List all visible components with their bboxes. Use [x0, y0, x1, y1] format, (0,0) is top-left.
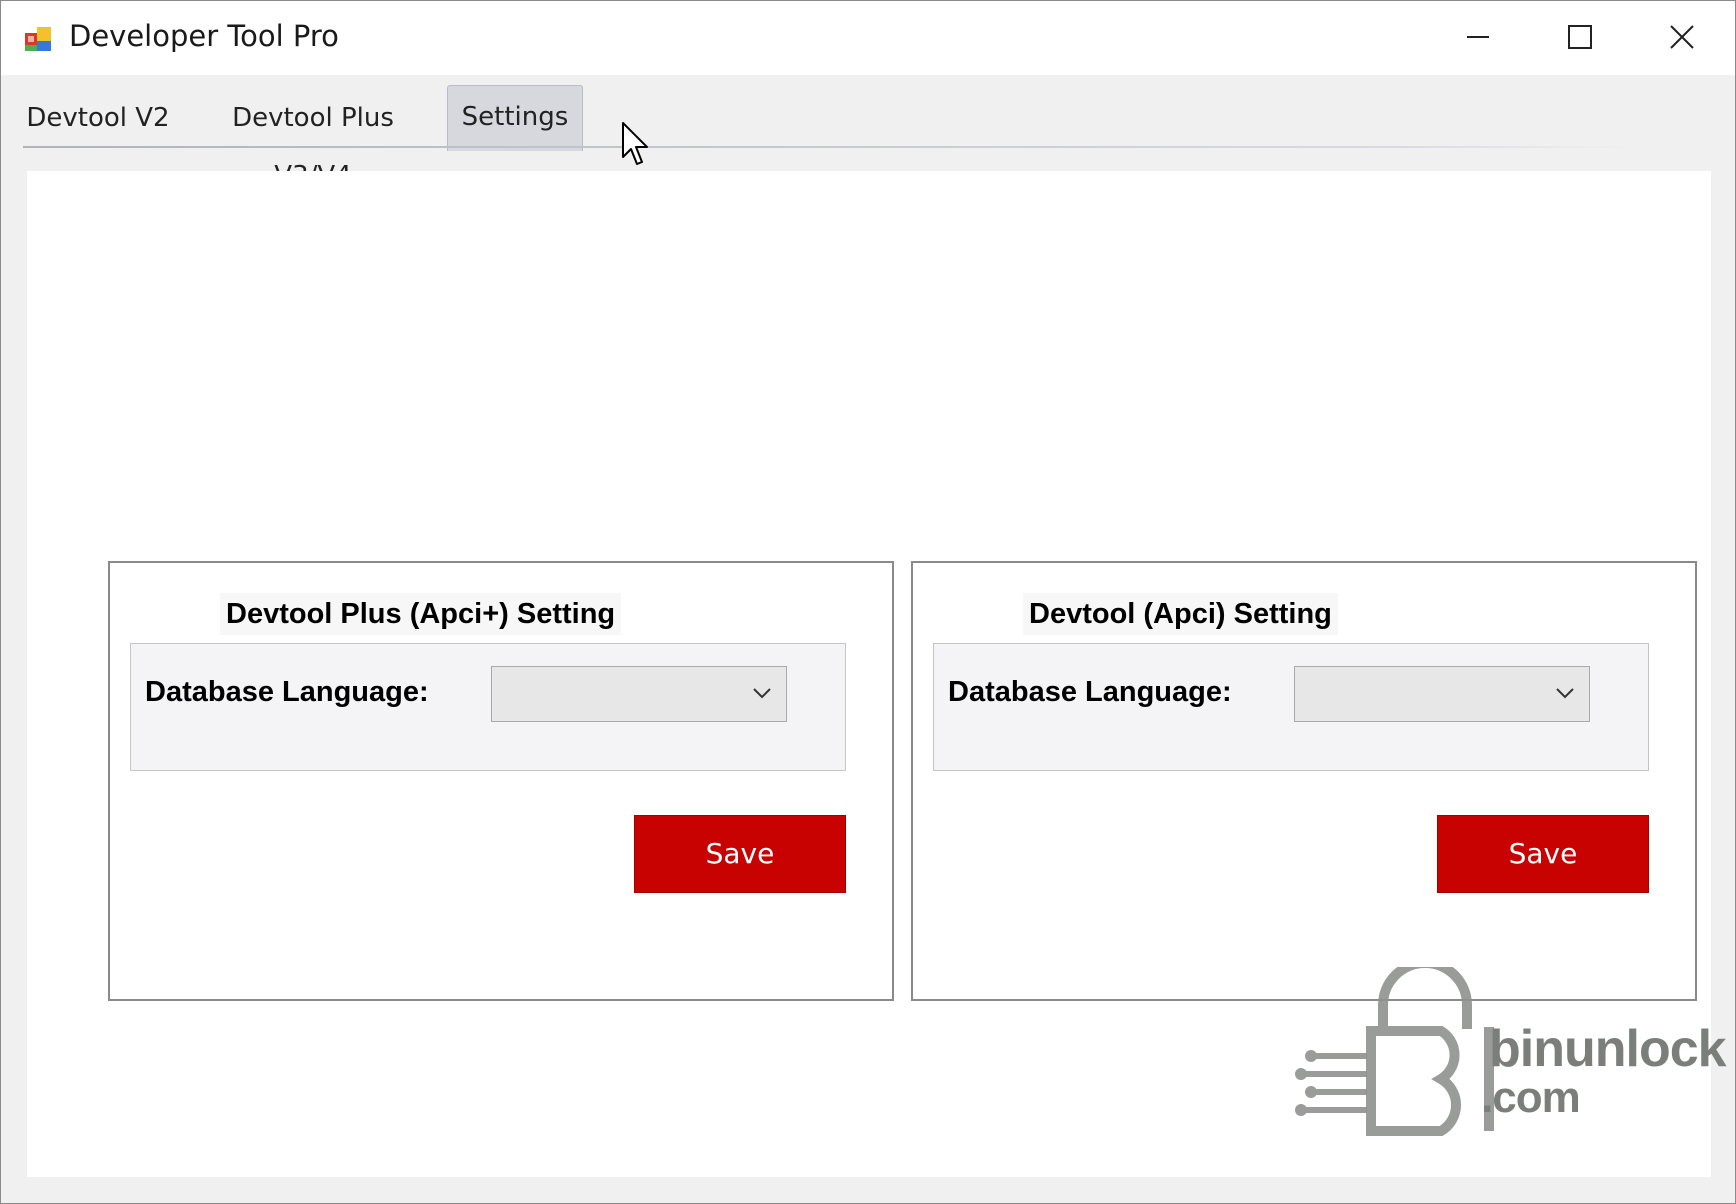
database-language-label: Database Language: [948, 676, 1232, 708]
mouse-cursor-icon [622, 122, 648, 165]
close-icon [1670, 25, 1694, 49]
tab-devtool-plus[interactable]: Devtool Plus V3/V4 [195, 89, 431, 191]
title-bar: Developer Tool Pro [1, 1, 1735, 75]
minimize-icon [1467, 36, 1489, 38]
group-title: Devtool (Apci) Setting [1023, 593, 1338, 635]
language-field-panel: Database Language: [130, 643, 846, 771]
app-window: Developer Tool Pro Devtool V2 Devtool Pl… [0, 0, 1736, 1204]
database-language-select[interactable] [491, 666, 787, 722]
language-field-panel: Database Language: [933, 643, 1649, 771]
chevron-down-icon [1556, 688, 1574, 699]
tab-divider [23, 146, 1635, 148]
watermark-domain: .com [1481, 1073, 1581, 1122]
minimize-button[interactable] [1427, 1, 1529, 73]
chevron-down-icon [753, 688, 771, 699]
devtool-plus-settings-group: Devtool Plus (Apci+) Setting Database La… [108, 561, 894, 1001]
maximize-icon [1568, 25, 1592, 49]
tab-settings[interactable]: Settings [447, 85, 583, 151]
app-icon [25, 27, 51, 51]
save-button[interactable]: Save [634, 815, 846, 893]
devtool-apci-settings-group: Devtool (Apci) Setting Database Language… [911, 561, 1697, 1001]
watermark-text: binunlock [1489, 1020, 1727, 1078]
close-button[interactable] [1631, 1, 1733, 73]
database-language-select[interactable] [1294, 666, 1590, 722]
save-button[interactable]: Save [1437, 815, 1649, 893]
maximize-button[interactable] [1529, 1, 1631, 73]
database-language-label: Database Language: [145, 676, 429, 708]
tab-devtool-v2[interactable]: Devtool V2 [23, 89, 173, 147]
group-title: Devtool Plus (Apci+) Setting [220, 593, 622, 635]
window-title: Developer Tool Pro [69, 19, 339, 53]
